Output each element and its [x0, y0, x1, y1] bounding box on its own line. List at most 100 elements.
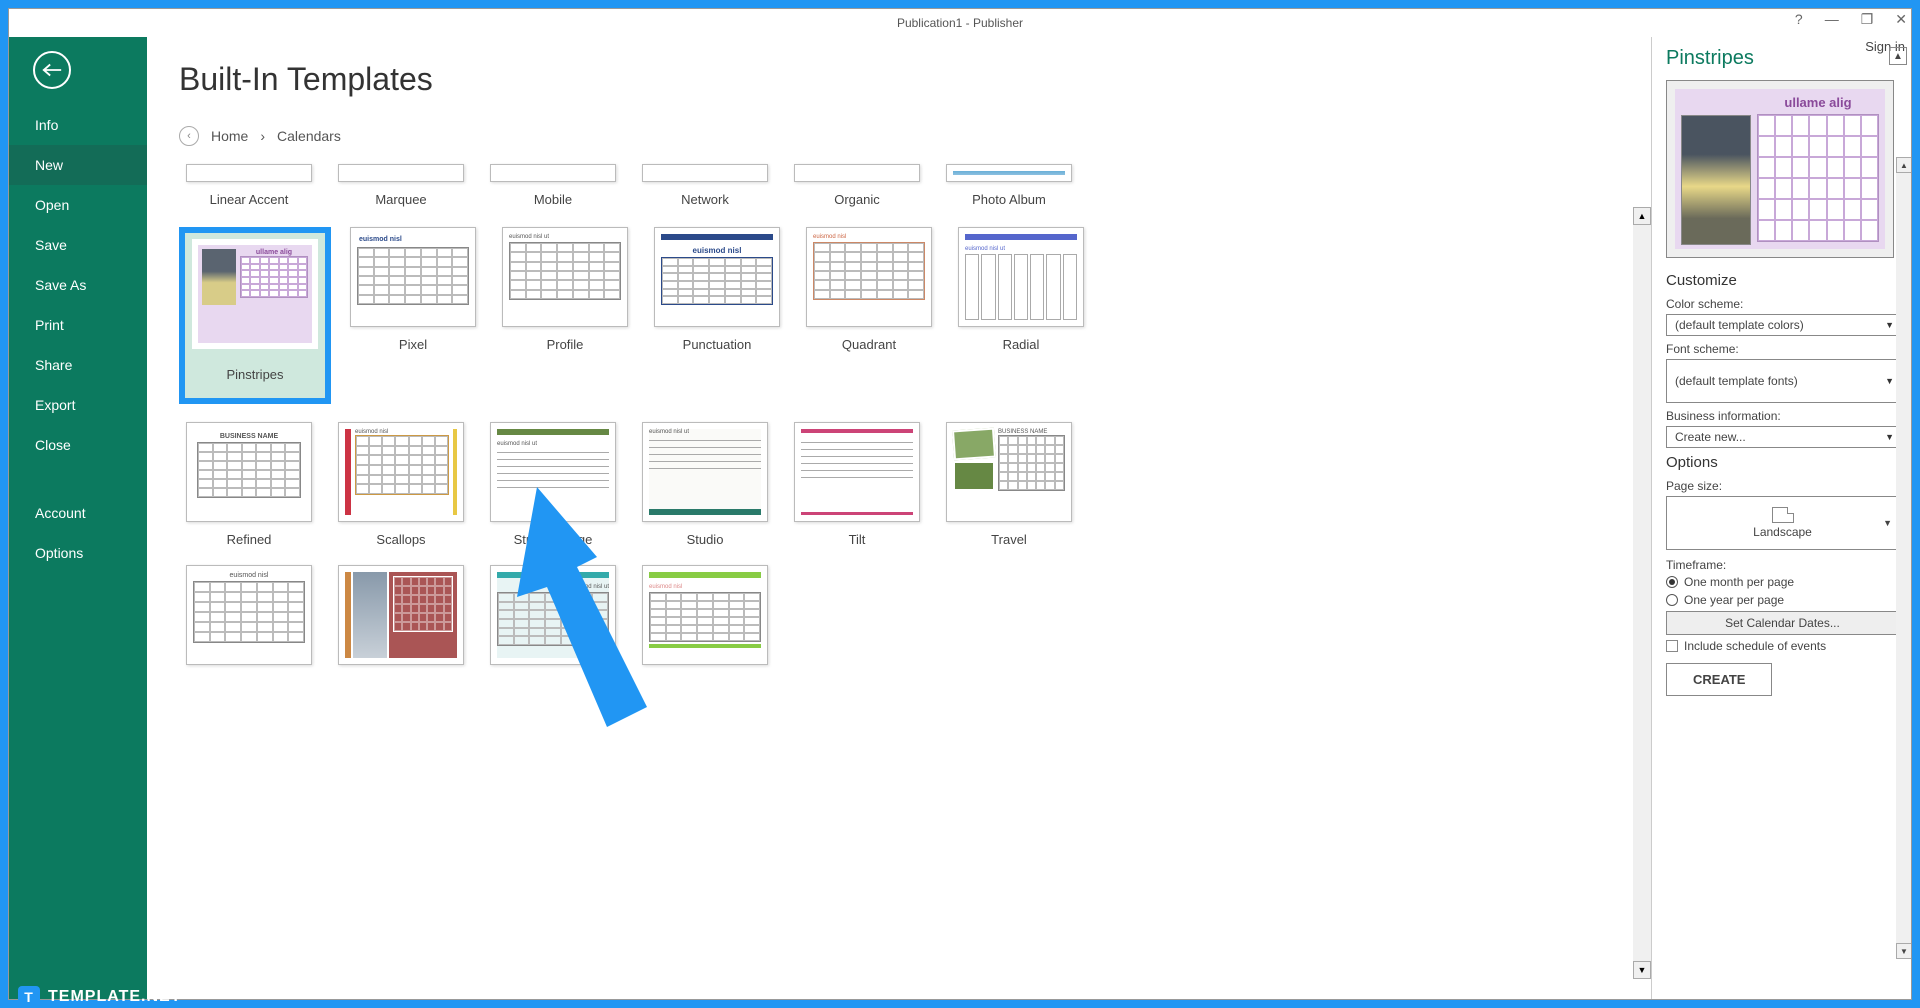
help-icon[interactable]: ?	[1795, 11, 1803, 28]
scrollbar-up-icon[interactable]: ▲	[1896, 157, 1911, 173]
sidebar-item-options[interactable]: Options	[9, 533, 147, 573]
sidebar-item-save-as[interactable]: Save As	[9, 265, 147, 305]
back-button[interactable]	[33, 51, 71, 89]
thumbnail-title: euismod nisl	[357, 234, 469, 245]
back-arrow-icon	[41, 61, 63, 79]
panel-collapse-icon[interactable]: ▲	[1889, 47, 1907, 65]
template-travel[interactable]: BUSINESS NAME Travel	[939, 422, 1079, 547]
sidebar-item-new[interactable]: New	[9, 145, 147, 185]
set-calendar-dates-button[interactable]: Set Calendar Dates...	[1666, 611, 1899, 635]
template-preview: ullame alig	[1666, 80, 1894, 258]
sidebar-item-info[interactable]: Info	[9, 105, 147, 145]
template-radial[interactable]: euismod nisl ut Radial	[951, 227, 1091, 404]
template-label: Scallops	[376, 532, 425, 547]
template-row: ullame alig Pinstripes euismod nisl Pixe…	[179, 227, 1631, 404]
radio-label: One month per page	[1684, 575, 1794, 589]
template-profile[interactable]: euismod nisl ut Profile	[495, 227, 635, 404]
thumbnail-photo	[202, 249, 236, 305]
business-info-select[interactable]: Create new... ▼	[1666, 426, 1899, 448]
sidebar-item-export[interactable]: Export	[9, 385, 147, 425]
chevron-down-icon: ▼	[1883, 518, 1892, 528]
template-mobile[interactable]: Mobile	[483, 164, 623, 207]
sidebar-item-print[interactable]: Print	[9, 305, 147, 345]
font-scheme-select[interactable]: (default template fonts) ▼	[1666, 359, 1899, 403]
template-unnamed-4[interactable]: euismod nisl	[635, 565, 775, 665]
panel-title: Pinstripes	[1666, 47, 1899, 70]
title-bar: Publication1 - Publisher ? — ❐ ✕	[9, 9, 1911, 37]
template-pinstripes-selected[interactable]: ullame alig Pinstripes	[179, 227, 331, 404]
template-label: Tilt	[849, 532, 866, 547]
timeframe-label: Timeframe:	[1666, 558, 1899, 572]
radio-label: One year per page	[1684, 593, 1784, 607]
template-label: Refined	[227, 532, 272, 547]
color-scheme-select[interactable]: (default template colors) ▼	[1666, 314, 1899, 336]
template-organic[interactable]: Organic	[787, 164, 927, 207]
timeframe-one-month-radio[interactable]: One month per page	[1666, 575, 1899, 589]
sidebar-item-share[interactable]: Share	[9, 345, 147, 385]
window-title: Publication1 - Publisher	[897, 16, 1023, 30]
panel-scrollbar[interactable]: ▲ ▼	[1896, 157, 1911, 959]
template-network[interactable]: Network	[635, 164, 775, 207]
page-landscape-icon	[1772, 507, 1794, 523]
sidebar-item-open[interactable]: Open	[9, 185, 147, 225]
sidebar-item-account[interactable]: Account	[9, 493, 147, 533]
chevron-down-icon: ▼	[1885, 376, 1894, 386]
template-unnamed-1[interactable]: euismod nisl	[179, 565, 319, 665]
thumbnail-title: euismod nisl	[661, 246, 773, 255]
create-button[interactable]: CREATE	[1666, 663, 1772, 696]
template-photo-album[interactable]: Photo Album	[939, 164, 1079, 207]
page-size-label: Page size:	[1666, 479, 1899, 493]
template-tilt[interactable]: Tilt	[787, 422, 927, 547]
page-size-value: Landscape	[1753, 525, 1812, 539]
template-unnamed-2[interactable]	[331, 565, 471, 665]
template-studio[interactable]: euismod nisl ut Studio	[635, 422, 775, 547]
gallery-scrollbar[interactable]: ▲ ▼	[1633, 207, 1651, 979]
thumbnail-title: euismod nisl ut	[509, 234, 621, 240]
preview-calendar-grid-icon	[1757, 114, 1879, 242]
template-marquee[interactable]: Marquee	[331, 164, 471, 207]
template-label: Network	[681, 192, 729, 207]
scrollbar-down-icon[interactable]: ▼	[1896, 943, 1911, 959]
customize-heading: Customize	[1666, 272, 1899, 289]
options-heading: Options	[1666, 454, 1899, 471]
chevron-down-icon: ▼	[1885, 432, 1894, 442]
template-quadrant[interactable]: euismod nisl Quadrant	[799, 227, 939, 404]
template-punctuation[interactable]: euismod nisl Punctuation	[647, 227, 787, 404]
window-controls: ? — ❐ ✕	[1795, 11, 1907, 28]
checkbox-unchecked-icon	[1666, 640, 1678, 652]
thumbnail-title: euismod nisl ut	[965, 246, 1077, 252]
template-label: Marquee	[375, 192, 426, 207]
breadcrumb-home[interactable]: Home	[211, 128, 248, 144]
breadcrumb-separator: ›	[260, 128, 265, 144]
page-size-select[interactable]: Landscape ▼	[1666, 496, 1899, 550]
chevron-down-icon: ▼	[1885, 320, 1894, 330]
template-refined[interactable]: BUSINESS NAME Refined	[179, 422, 319, 547]
include-schedule-checkbox[interactable]: Include schedule of events	[1666, 639, 1899, 653]
template-unnamed-3[interactable]: euismod nisl ut	[483, 565, 623, 665]
template-scallops[interactable]: euismod nisl Scallops	[331, 422, 471, 547]
scrollbar-down-icon[interactable]: ▼	[1633, 961, 1651, 979]
maximize-icon[interactable]: ❐	[1861, 11, 1874, 28]
thumbnail-title: ullame alig	[240, 249, 308, 256]
minimize-icon[interactable]: —	[1825, 11, 1839, 28]
template-label: Quadrant	[842, 337, 896, 352]
breadcrumb-back-icon[interactable]: ‹	[179, 126, 199, 146]
sidebar-item-save[interactable]: Save	[9, 225, 147, 265]
close-icon[interactable]: ✕	[1895, 11, 1907, 28]
template-label: Studio	[687, 532, 724, 547]
sidebar-item-close[interactable]: Close	[9, 425, 147, 465]
color-scheme-label: Color scheme:	[1666, 297, 1899, 311]
template-straight-edge[interactable]: euismod nisl ut Straight Edge	[483, 422, 623, 547]
watermark: T TEMPLATE.NET	[18, 986, 181, 1008]
template-pixel[interactable]: euismod nisl Pixel	[343, 227, 483, 404]
template-label: Photo Album	[972, 192, 1046, 207]
thumbnail-title: euismod nisl	[649, 584, 761, 590]
thumbnail-title: euismod nisl	[813, 234, 925, 240]
business-info-value: Create new...	[1675, 430, 1746, 444]
template-label: Mobile	[534, 192, 572, 207]
scrollbar-up-icon[interactable]: ▲	[1633, 207, 1651, 225]
breadcrumb-current: Calendars	[277, 128, 341, 144]
timeframe-one-year-radio[interactable]: One year per page	[1666, 593, 1899, 607]
template-linear-accent[interactable]: Linear Accent	[179, 164, 319, 207]
template-label: Radial	[1003, 337, 1040, 352]
